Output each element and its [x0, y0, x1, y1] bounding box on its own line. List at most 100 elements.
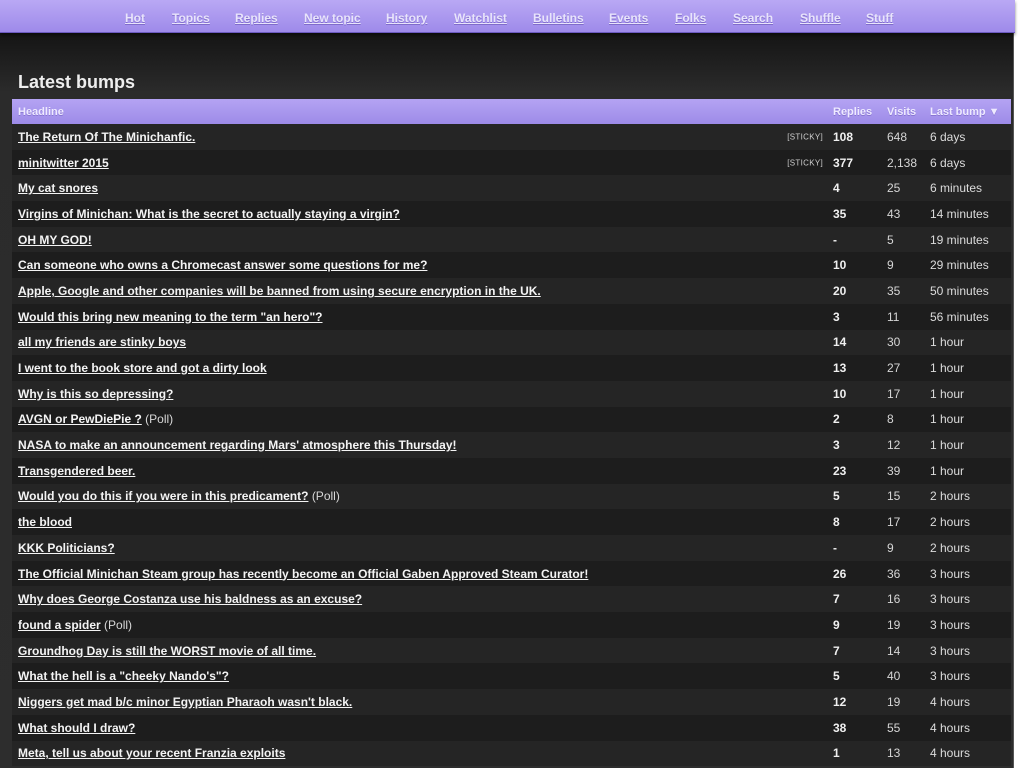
topic-link[interactable]: The Return Of The Minichanfic.: [18, 130, 195, 144]
last-bump-cell: 3 hours: [930, 592, 971, 607]
visits-cell: 30: [887, 335, 901, 350]
nav-link-replies[interactable]: Replies: [235, 11, 278, 25]
visits-cell: 9: [887, 540, 894, 555]
replies-cell: 4: [833, 181, 840, 196]
topic-link[interactable]: KKK Politicians?: [18, 541, 115, 555]
last-bump-cell: 2 hours: [930, 489, 971, 504]
visits-cell: 35: [887, 283, 901, 298]
nav-link-stuff[interactable]: Stuff: [866, 11, 893, 25]
topic-link[interactable]: minitwitter 2015: [18, 156, 109, 170]
table-row: Can someone who owns a Chromecast answer…: [12, 252, 1011, 279]
headline-cell: Can someone who owns a Chromecast answer…: [12, 252, 827, 278]
topic-link[interactable]: Would this bring new meaning to the term…: [18, 310, 323, 324]
headline-cell: Why does George Costanza use his baldnes…: [12, 586, 827, 612]
visits-cell: 12: [887, 438, 901, 453]
replies-cell: 10: [833, 386, 847, 401]
visits-cell: 19: [887, 617, 901, 632]
replies-cell: 38: [833, 720, 847, 735]
visits-cell: 648: [887, 129, 908, 144]
headline-cell: The Return Of The Minichanfic. [STICKY]: [12, 124, 827, 150]
table-row: found a spider (Poll) 9 19 3 hours: [12, 612, 1011, 638]
topic-link[interactable]: What should I draw?: [18, 721, 135, 735]
nav-link-bulletins[interactable]: Bulletins: [533, 11, 584, 25]
last-bump-cell: 4 hours: [930, 720, 971, 735]
last-bump-cell: 2 hours: [930, 540, 971, 555]
table-row: Why does George Costanza use his baldnes…: [12, 586, 1011, 613]
topic-link[interactable]: The Official Minichan Steam group has re…: [18, 567, 588, 581]
headline-cell: Would this bring new meaning to the term…: [12, 304, 827, 330]
header-visits[interactable]: Visits: [881, 99, 924, 124]
nav-link-history[interactable]: History: [386, 11, 427, 25]
nav-link-topics[interactable]: Topics: [172, 11, 210, 25]
topic-link[interactable]: Why is this so depressing?: [18, 387, 173, 401]
topic-link[interactable]: the blood: [18, 515, 72, 529]
headline-cell: OH MY GOD!: [12, 227, 827, 253]
topic-link[interactable]: I went to the book store and got a dirty…: [18, 361, 267, 375]
nav-link-search[interactable]: Search: [733, 11, 773, 25]
nav-link-new-topic[interactable]: New topic: [304, 11, 361, 25]
table-row: the blood 8 17 2 hours: [12, 509, 1011, 535]
topic-link[interactable]: Can someone who owns a Chromecast answer…: [18, 258, 427, 272]
nav-item: Topics: [172, 9, 210, 27]
topic-link[interactable]: OH MY GOD!: [18, 233, 92, 247]
topic-link[interactable]: all my friends are stinky boys: [18, 335, 186, 349]
topic-link[interactable]: Transgendered beer.: [18, 464, 135, 478]
last-bump-cell: 3 hours: [930, 643, 971, 658]
topic-link[interactable]: Apple, Google and other companies will b…: [18, 284, 541, 298]
nav-link-shuffle[interactable]: Shuffle: [800, 11, 841, 25]
visits-cell: 36: [887, 566, 901, 581]
topic-link[interactable]: What the hell is a "cheeky Nando's"?: [18, 669, 229, 683]
nav-link-events[interactable]: Events: [609, 11, 648, 25]
topic-link[interactable]: NASA to make an announcement regarding M…: [18, 438, 457, 452]
topic-link[interactable]: Niggers get mad b/c minor Egyptian Phara…: [18, 695, 352, 709]
topic-link[interactable]: Virgins of Minichan: What is the secret …: [18, 207, 400, 221]
table-row: Would you do this if you were in this pr…: [12, 483, 1011, 510]
topic-link[interactable]: My cat snores: [18, 181, 98, 195]
visits-cell: 40: [887, 669, 901, 684]
table-row: The Official Minichan Steam group has re…: [12, 560, 1011, 587]
last-bump-cell: 3 hours: [930, 617, 971, 632]
visits-cell: 2,138: [887, 155, 918, 170]
header-replies[interactable]: Replies: [827, 99, 881, 124]
replies-cell: 108: [833, 129, 854, 144]
visits-cell: 43: [887, 206, 901, 221]
nav-link-hot[interactable]: Hot: [125, 11, 145, 25]
header-headline[interactable]: Headline: [12, 99, 827, 124]
topic-link[interactable]: Why does George Costanza use his baldnes…: [18, 592, 362, 606]
last-bump-cell: 56 minutes: [930, 309, 989, 324]
nav-item: History: [386, 9, 427, 27]
page-title: Latest bumps: [18, 72, 136, 92]
table-row: Would this bring new meaning to the term…: [12, 303, 1011, 330]
header-last-bump[interactable]: Last bump ▼: [924, 99, 1011, 124]
last-bump-cell: 19 minutes: [930, 232, 989, 247]
replies-cell: 10: [833, 258, 847, 273]
table-row: NASA to make an announcement regarding M…: [12, 432, 1011, 458]
nav-link-watchlist[interactable]: Watchlist: [454, 11, 507, 25]
replies-cell: 377: [833, 155, 854, 170]
replies-cell: 14: [833, 335, 847, 350]
replies-cell: 3: [833, 438, 840, 453]
replies-cell: 13: [833, 361, 847, 376]
visits-cell: 14: [887, 643, 901, 658]
table-header-row: Headline Replies Visits Last bump ▼: [12, 99, 1011, 124]
topic-link[interactable]: found a spider: [18, 618, 101, 632]
topic-link[interactable]: Meta, tell us about your recent Franzia …: [18, 746, 285, 760]
headline-cell: Niggers get mad b/c minor Egyptian Phara…: [12, 689, 827, 715]
headline-cell: What the hell is a "cheeky Nando's"?: [12, 663, 827, 689]
nav-item: Shuffle: [800, 9, 841, 27]
replies-cell: 35: [833, 206, 847, 221]
headline-cell: The Official Minichan Steam group has re…: [12, 561, 827, 587]
table-row: What should I draw? 38 55 4 hours: [12, 714, 1011, 741]
topic-link[interactable]: AVGN or PewDiePie ?: [18, 412, 142, 426]
last-bump-cell: 3 hours: [930, 669, 971, 684]
table-body: The Return Of The Minichanfic. [STICKY] 10…: [12, 124, 1011, 767]
nav-item: Folks: [675, 9, 706, 27]
replies-cell: 8: [833, 515, 840, 530]
main-content: Latest bumps Headline Replies Visits Las…: [0, 32, 1014, 768]
table-row: Why is this so depressing? 10 17 1 hour: [12, 380, 1011, 407]
topic-link[interactable]: Groundhog Day is still the WORST movie o…: [18, 644, 316, 658]
topic-link[interactable]: Would you do this if you were in this pr…: [18, 489, 308, 503]
last-bump-cell: 1 hour: [930, 386, 965, 401]
nav-link-folks[interactable]: Folks: [675, 11, 706, 25]
headline-cell: found a spider (Poll): [12, 612, 827, 638]
